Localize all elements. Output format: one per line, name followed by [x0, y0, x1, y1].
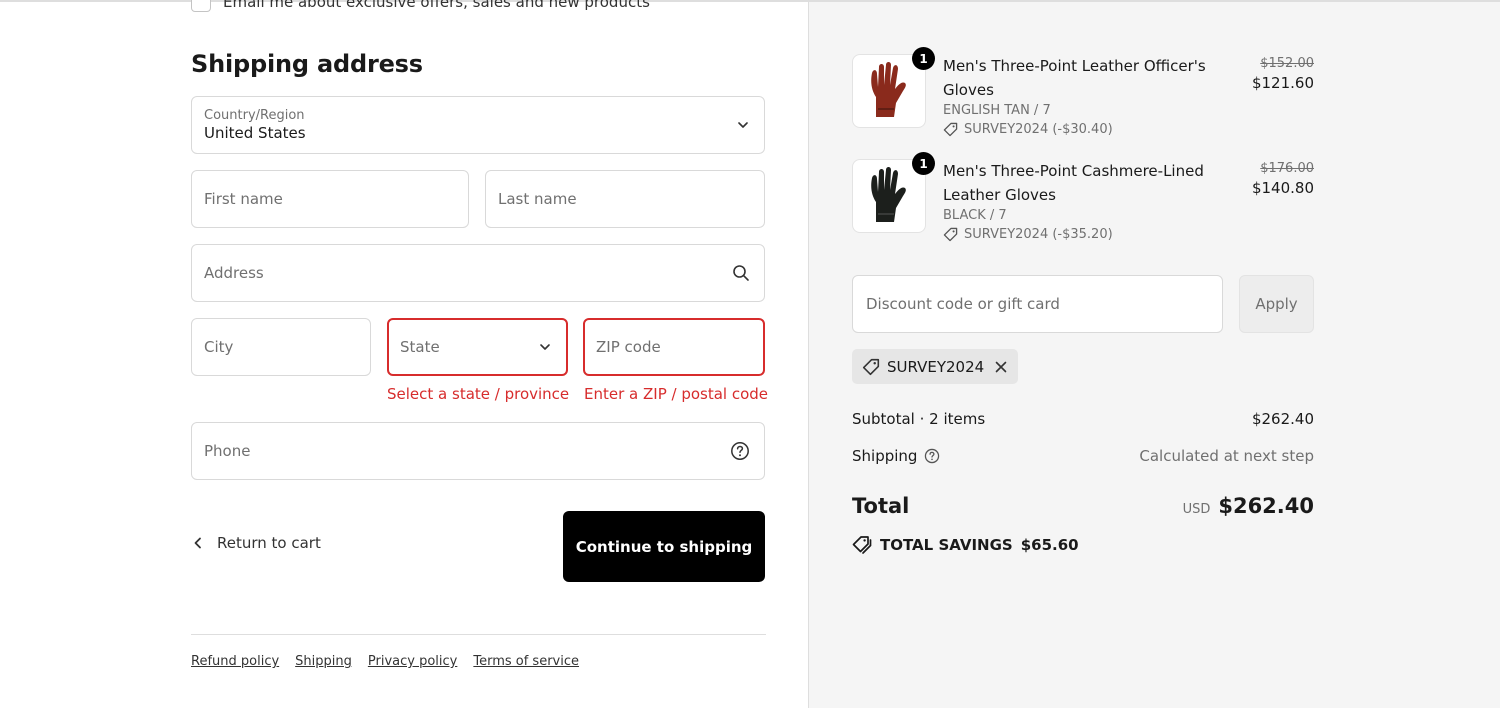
total-row: Total USD $262.40 [852, 494, 1314, 518]
return-to-cart-link[interactable]: Return to cart [191, 534, 321, 552]
city-placeholder: City [204, 338, 234, 356]
footer-links: Refund policy Shipping Privacy policy Te… [191, 654, 579, 669]
item-discount: SURVEY2024 (-$35.20) [943, 227, 1213, 242]
continue-to-shipping-button[interactable]: Continue to shipping [563, 511, 765, 582]
total-savings-value: $65.60 [1020, 536, 1079, 554]
privacy-policy-link[interactable]: Privacy policy [368, 654, 457, 669]
shipping-address-title: Shipping address [191, 50, 423, 78]
item-discount: SURVEY2024 (-$30.40) [943, 122, 1213, 137]
total-savings: TOTAL SAVINGS $65.60 [852, 535, 1079, 555]
chevron-left-icon [194, 537, 201, 549]
line-item: 1 Men's Three-Point Leather Officer's Gl… [852, 47, 1314, 144]
state-error-message: Select a state / province [387, 385, 570, 403]
quantity-badge: 1 [912, 152, 935, 175]
return-to-cart-label: Return to cart [217, 534, 321, 552]
original-price: $176.00 [1260, 161, 1314, 176]
shipping-label: Shipping [852, 447, 918, 465]
discount-code-placeholder: Discount code or gift card [866, 295, 1060, 313]
quantity-badge: 1 [912, 47, 935, 70]
total-savings-label: TOTAL SAVINGS [880, 536, 1013, 554]
total-amount-wrap: USD $262.40 [1183, 494, 1314, 518]
last-name-placeholder: Last name [498, 190, 577, 208]
item-discount-label: SURVEY2024 (-$35.20) [964, 227, 1113, 242]
total-label: Total [852, 494, 910, 518]
item-variant: BLACK / 7 [943, 208, 1007, 223]
email-optin-checkbox[interactable] [191, 0, 211, 12]
terms-of-service-link[interactable]: Terms of service [473, 654, 579, 669]
tag-icon [862, 358, 880, 376]
state-placeholder: State [400, 338, 440, 356]
state-select[interactable]: State [387, 318, 568, 376]
shipping-policy-link[interactable]: Shipping [295, 654, 352, 669]
first-name-placeholder: First name [204, 190, 283, 208]
help-circle-icon[interactable] [924, 448, 940, 464]
item-discount-label: SURVEY2024 (-$30.40) [964, 122, 1113, 137]
discount-code-input[interactable]: Discount code or gift card [852, 275, 1223, 333]
last-name-input[interactable]: Last name [485, 170, 765, 228]
zip-input[interactable]: ZIP code [583, 318, 765, 376]
city-input[interactable]: City [191, 318, 371, 376]
item-name: Men's Three-Point Leather Officer's Glov… [943, 57, 1206, 99]
item-variant: ENGLISH TAN / 7 [943, 103, 1051, 118]
currency-code: USD [1182, 502, 1211, 517]
close-icon[interactable] [994, 360, 1008, 374]
first-name-input[interactable]: First name [191, 170, 469, 228]
glove-image-icon [871, 167, 906, 222]
address-placeholder: Address [204, 264, 264, 282]
product-thumbnail: 1 [852, 47, 935, 128]
item-prices: $152.00 $121.60 [1252, 56, 1314, 92]
tag-icon [943, 227, 958, 242]
item-info: Men's Three-Point Leather Officer's Glov… [943, 54, 1213, 137]
country-value: United States [204, 124, 306, 142]
subtotal-value: $262.40 [1251, 410, 1314, 428]
phone-placeholder: Phone [204, 442, 251, 460]
search-icon [732, 264, 750, 282]
help-circle-icon[interactable] [730, 441, 750, 461]
discounted-price: $121.60 [1251, 74, 1314, 92]
glove-image-icon [871, 62, 906, 117]
zip-error-message: Enter a ZIP / postal code [584, 385, 769, 403]
shipping-row: Shipping Calculated at next step [852, 447, 1314, 465]
address-input[interactable]: Address [191, 244, 765, 302]
shipping-label-wrap: Shipping [852, 447, 940, 465]
tag-icon [943, 122, 958, 137]
footer-divider [191, 634, 766, 635]
item-info: Men's Three-Point Cashmere-Lined Leather… [943, 159, 1213, 242]
shipping-value: Calculated at next step [1139, 447, 1314, 465]
tags-icon [852, 536, 872, 554]
item-name: Men's Three-Point Cashmere-Lined Leather… [943, 162, 1204, 204]
chevron-down-icon [736, 118, 750, 132]
line-item: 1 Men's Three-Point Cashmere-Lined Leath… [852, 152, 1314, 249]
subtotal-row: Subtotal · 2 items $262.40 [852, 410, 1314, 428]
zip-placeholder: ZIP code [596, 338, 661, 356]
phone-input[interactable]: Phone [191, 422, 765, 480]
product-thumbnail: 1 [852, 152, 935, 233]
country-select[interactable]: Country/Region United States [191, 96, 765, 154]
apply-discount-button[interactable]: Apply [1239, 275, 1314, 333]
item-prices: $176.00 $140.80 [1252, 161, 1314, 197]
discounted-price: $140.80 [1251, 179, 1314, 197]
original-price: $152.00 [1260, 56, 1314, 71]
chevron-down-icon [538, 340, 552, 354]
refund-policy-link[interactable]: Refund policy [191, 654, 279, 669]
email-optin-row[interactable]: Email me about exclusive offers, sales a… [191, 0, 650, 12]
applied-discount-tag: SURVEY2024 [852, 349, 1019, 384]
total-amount: $262.40 [1218, 494, 1314, 518]
subtotal-label: Subtotal · 2 items [852, 410, 986, 428]
country-label: Country/Region [204, 108, 305, 123]
applied-discount-code: SURVEY2024 [887, 357, 985, 376]
email-optin-label: Email me about exclusive offers, sales a… [223, 0, 650, 11]
